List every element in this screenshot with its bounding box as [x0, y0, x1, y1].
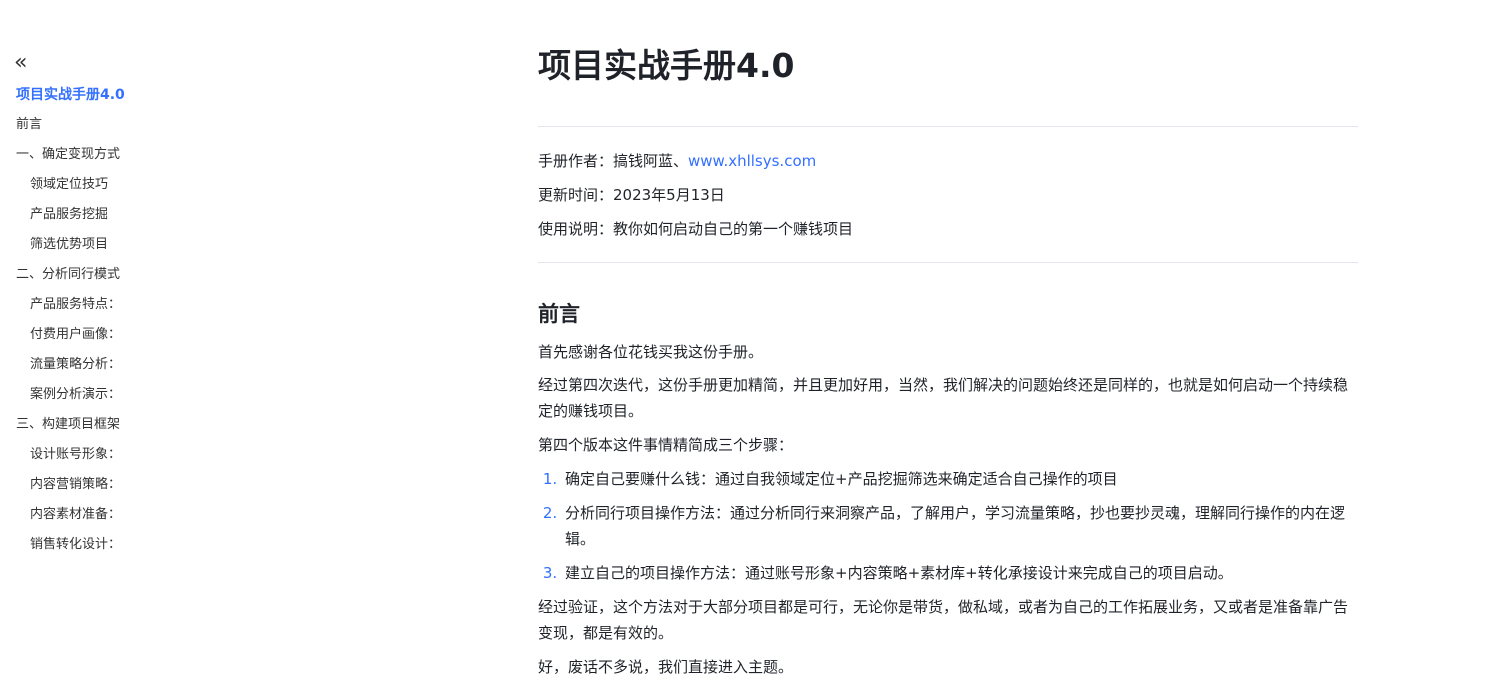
outline-item-account-image[interactable]: 设计账号形象： — [0, 444, 125, 474]
outline-item-preface[interactable]: 前言 — [0, 114, 125, 144]
outline-item-section-1[interactable]: 一、确定变现方式 — [0, 144, 125, 174]
paragraph: 第四个版本这件事情精简成三个步骤： — [538, 436, 794, 454]
outline-item-product-features[interactable]: 产品服务特点： — [0, 294, 125, 324]
list-item: 1. 确定自己要赚什么钱：通过自我领域定位+产品挖掘筛选来确定适合自己操作的项目 — [538, 466, 1358, 492]
outline-item-section-3[interactable]: 三、构建项目框架 — [0, 414, 125, 444]
updated-line: 更新时间：2023年5月13日 — [538, 186, 725, 204]
author-text: 手册作者：搞钱阿蓝、 — [538, 152, 689, 170]
list-item: 3. 建立自己的项目操作方法：通过账号形象+内容策略+素材库+转化承接设计来完成… — [538, 560, 1358, 586]
list-number: 3. — [542, 564, 558, 582]
divider — [538, 126, 1358, 127]
outline-item-product-mining[interactable]: 产品服务挖掘 — [0, 204, 125, 234]
outline-item-sales-conversion[interactable]: 销售转化设计： — [0, 534, 125, 564]
outline-item-project-screening[interactable]: 筛选优势项目 — [0, 234, 125, 264]
list-number: 2. — [542, 504, 558, 522]
usage-line: 使用说明：教你如何启动自己的第一个赚钱项目 — [538, 220, 854, 238]
divider — [538, 262, 1358, 263]
list-text: 建立自己的项目操作方法：通过账号形象+内容策略+素材库+转化承接设计来完成自己的… — [565, 564, 1233, 582]
page-title: 项目实战手册4.0 — [538, 46, 795, 85]
list-text: 确定自己要赚什么钱：通过自我领域定位+产品挖掘筛选来确定适合自己操作的项目 — [565, 470, 1118, 488]
outline-list: 项目实战手册4.0 前言 一、确定变现方式 领域定位技巧 产品服务挖掘 筛选优势… — [0, 84, 125, 564]
paragraph: 首先感谢各位花钱买我这份手册。 — [538, 343, 764, 361]
outline-sidebar: « 项目实战手册4.0 前言 一、确定变现方式 领域定位技巧 产品服务挖掘 筛选… — [0, 0, 300, 691]
outline-item-title[interactable]: 项目实战手册4.0 — [0, 84, 125, 114]
outline-item-traffic-strategy[interactable]: 流量策略分析： — [0, 354, 125, 384]
paragraph: 经过第四次迭代，这份手册更加精简，并且更加好用，当然，我们解决的问题始终还是同样… — [538, 376, 1349, 420]
list-number: 1. — [542, 470, 558, 488]
section-heading-preface: 前言 — [538, 302, 580, 326]
outline-item-user-persona[interactable]: 付费用户画像： — [0, 324, 125, 354]
author-link[interactable]: www.xhllsys.com — [688, 152, 816, 170]
paragraph: 经过验证，这个方法对于大部分项目都是可行，无论你是带货，做私域，或者为自己的工作… — [538, 598, 1349, 642]
outline-item-case-study[interactable]: 案例分析演示： — [0, 384, 125, 414]
list-item: 2. 分析同行项目操作方法：通过分析同行来洞察产品，了解用户，学习流量策略，抄也… — [538, 500, 1358, 552]
outline-item-content-materials[interactable]: 内容素材准备： — [0, 504, 125, 534]
outline-item-section-2[interactable]: 二、分析同行模式 — [0, 264, 125, 294]
outline-item-domain-positioning[interactable]: 领域定位技巧 — [0, 174, 125, 204]
paragraph: 好，废话不多说，我们直接进入主题。 — [538, 658, 794, 676]
outline-item-content-marketing[interactable]: 内容营销策略： — [0, 474, 125, 504]
author-line: 手册作者：搞钱阿蓝、www.xhllsys.com — [538, 150, 816, 172]
collapse-outline-icon[interactable]: « — [14, 52, 34, 74]
list-text: 分析同行项目操作方法：通过分析同行来洞察产品，了解用户，学习流量策略，抄也要抄灵… — [565, 504, 1346, 548]
